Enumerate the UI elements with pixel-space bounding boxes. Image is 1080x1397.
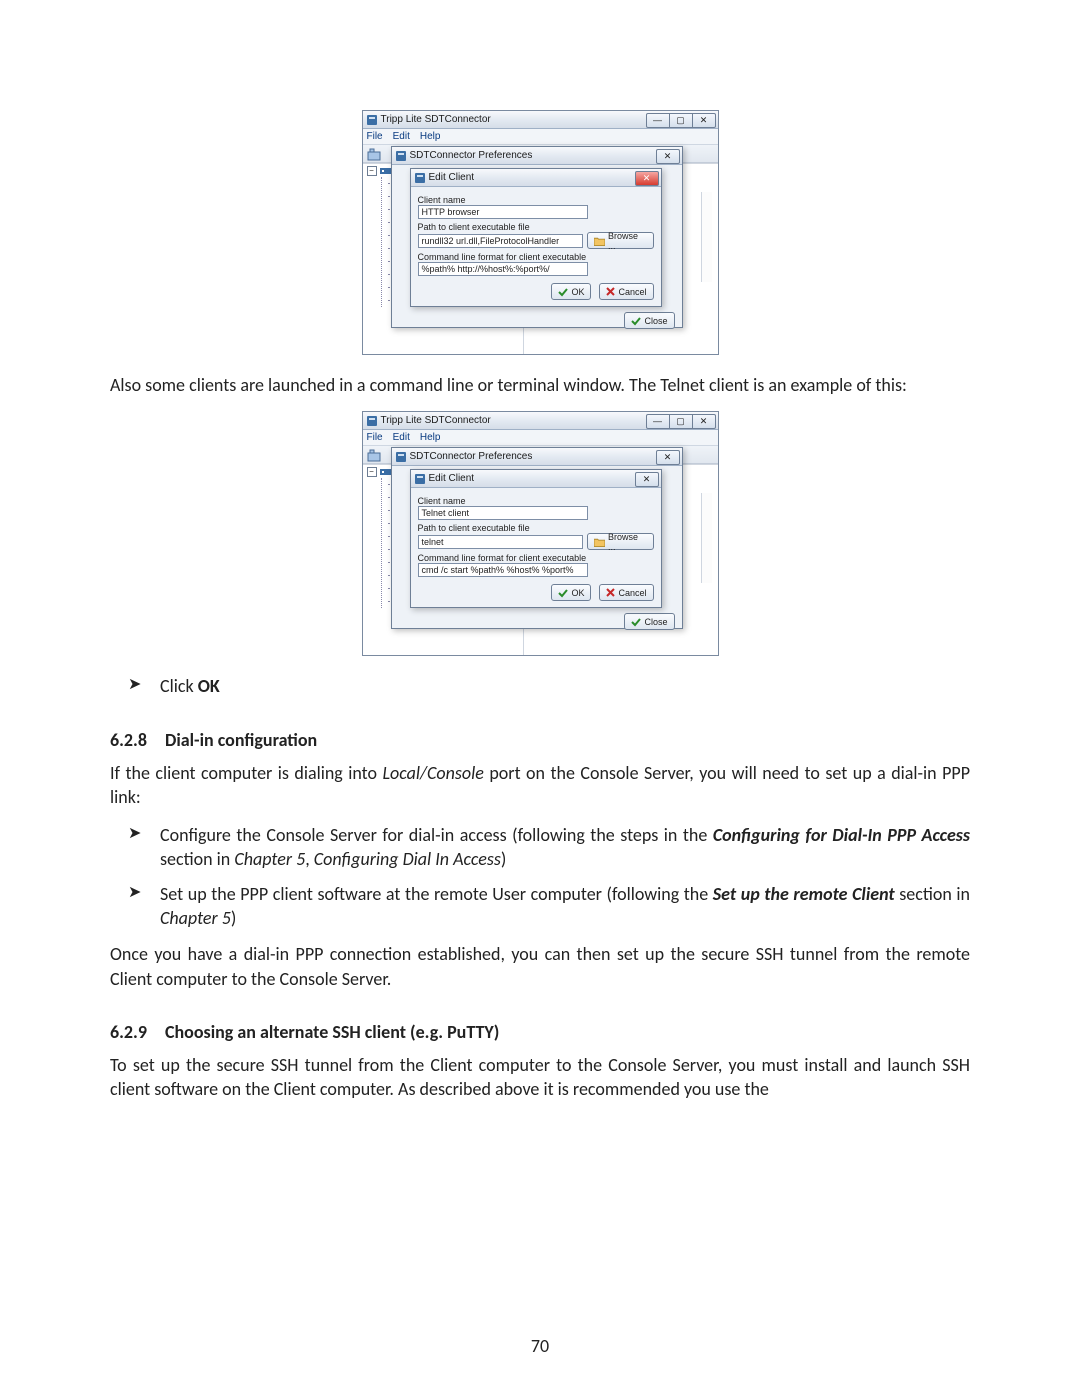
cancel-button[interactable]: Cancel bbox=[599, 584, 653, 601]
dialog-icon bbox=[414, 473, 426, 485]
menu-bar: File Edit Help bbox=[363, 129, 718, 145]
screenshot-telnet-client: Tripp Lite SDTConnector — ▢ ✕ File Edit … bbox=[362, 411, 719, 656]
menu-file[interactable]: File bbox=[367, 432, 383, 443]
browse-button[interactable]: Browse ... bbox=[587, 232, 654, 249]
toolbar-icon[interactable] bbox=[367, 147, 381, 161]
maximize-button[interactable]: ▢ bbox=[670, 414, 693, 429]
client-name-input[interactable]: Telnet client bbox=[418, 506, 588, 520]
step-text: Click bbox=[160, 675, 198, 697]
gateway-icon bbox=[380, 466, 391, 477]
menu-bar: File Edit Help bbox=[363, 430, 718, 446]
app-title: Tripp Lite SDTConnector bbox=[381, 114, 646, 125]
cmdline-label: Command line format for client executabl… bbox=[418, 252, 654, 262]
cmdline-input[interactable]: %path% http://%host%:%port%/ bbox=[418, 262, 588, 276]
gateway-icon bbox=[380, 165, 391, 176]
minimize-button[interactable]: — bbox=[646, 414, 670, 429]
menu-help[interactable]: Help bbox=[420, 131, 441, 142]
ok-bold: OK bbox=[198, 675, 220, 697]
menu-edit[interactable]: Edit bbox=[393, 131, 410, 142]
dialog-close-button[interactable]: ✕ bbox=[656, 149, 680, 164]
expand-icon[interactable]: − bbox=[367, 166, 377, 176]
dialog-close-button[interactable]: ✕ bbox=[635, 171, 659, 186]
x-icon bbox=[606, 287, 615, 296]
cmdline-input[interactable]: cmd /c start %path% %host% %port% bbox=[418, 563, 588, 577]
cancel-button-label: Cancel bbox=[618, 287, 646, 297]
paragraph: To set up the secure SSH tunnel from the… bbox=[110, 1053, 970, 1102]
browse-button-label: Browse ... bbox=[608, 231, 647, 251]
cancel-button[interactable]: Cancel bbox=[599, 283, 653, 300]
heading-629: 6.2.9 Choosing an alternate SSH client (e… bbox=[110, 1021, 970, 1043]
ok-button-label: OK bbox=[571, 287, 584, 297]
check-icon bbox=[558, 287, 568, 297]
dialog-close-button[interactable]: ✕ bbox=[656, 450, 680, 465]
check-icon bbox=[631, 316, 641, 326]
check-icon bbox=[631, 617, 641, 627]
app-icon bbox=[366, 114, 378, 126]
page-number: 70 bbox=[0, 1335, 1080, 1357]
paragraph: If the client computer is dialing into L… bbox=[110, 761, 970, 810]
check-icon bbox=[558, 588, 568, 598]
client-name-label: Client name bbox=[418, 195, 654, 205]
client-name-input[interactable]: HTTP browser bbox=[418, 205, 588, 219]
detail-panel-edge bbox=[701, 493, 712, 583]
step-click-ok: Click OK bbox=[160, 674, 970, 698]
close-button[interactable]: ✕ bbox=[693, 113, 716, 128]
minimize-button[interactable]: — bbox=[646, 113, 670, 128]
menu-help[interactable]: Help bbox=[420, 432, 441, 443]
preferences-title: SDTConnector Preferences bbox=[410, 150, 656, 161]
cmdline-label: Command line format for client executabl… bbox=[418, 553, 654, 563]
edit-client-dialog: Edit Client ✕ Client name Telnet client … bbox=[410, 469, 662, 608]
cancel-button-label: Cancel bbox=[618, 588, 646, 598]
client-name-label: Client name bbox=[418, 496, 654, 506]
window-controls: — ▢ ✕ bbox=[646, 113, 716, 126]
browse-button[interactable]: Browse ... bbox=[587, 533, 654, 550]
close-button-prefs[interactable]: Close bbox=[624, 613, 674, 630]
close-button-label: Close bbox=[644, 316, 667, 326]
maximize-button[interactable]: ▢ bbox=[670, 113, 693, 128]
detail-panel-edge bbox=[701, 192, 712, 282]
heading-number: 6.2.8 bbox=[110, 729, 147, 751]
paragraph: Also some clients are launched in a comm… bbox=[110, 373, 970, 397]
ok-button[interactable]: OK bbox=[551, 283, 591, 300]
dialog-icon bbox=[395, 451, 407, 463]
folder-icon bbox=[594, 537, 605, 547]
preferences-title: SDTConnector Preferences bbox=[410, 451, 656, 462]
edit-client-dialog: Edit Client ✕ Client name HTTP browser P… bbox=[410, 168, 662, 307]
close-button[interactable]: ✕ bbox=[693, 414, 716, 429]
x-icon bbox=[606, 588, 615, 597]
heading-text: Dial-in configuration bbox=[165, 729, 317, 751]
dialog-close-button[interactable]: ✕ bbox=[635, 472, 659, 487]
dialog-icon bbox=[414, 172, 426, 184]
bullet-configure: Configure the Console Server for dial-in… bbox=[160, 823, 970, 872]
ok-button[interactable]: OK bbox=[551, 584, 591, 601]
edit-client-title: Edit Client bbox=[429, 473, 635, 484]
toolbar-icon[interactable] bbox=[367, 448, 381, 462]
folder-icon bbox=[594, 236, 605, 246]
bullet-setup-ppp: Set up the PPP client software at the re… bbox=[160, 882, 970, 931]
close-button-prefs[interactable]: Close bbox=[624, 312, 674, 329]
executable-path-input[interactable]: rundll32 url.dll,FileProtocolHandler bbox=[418, 234, 583, 248]
heading-number: 6.2.9 bbox=[110, 1021, 147, 1043]
app-title-bar: Tripp Lite SDTConnector — ▢ ✕ bbox=[363, 412, 718, 430]
preferences-button-row: Close bbox=[392, 307, 682, 336]
close-button-label: Close bbox=[644, 617, 667, 627]
app-title-bar: Tripp Lite SDTConnector — ▢ ✕ bbox=[363, 111, 718, 129]
dialog-icon bbox=[395, 150, 407, 162]
ok-button-label: OK bbox=[571, 588, 584, 598]
menu-edit[interactable]: Edit bbox=[393, 432, 410, 443]
heading-628: 6.2.8 Dial-in configuration bbox=[110, 729, 970, 751]
expand-icon[interactable]: − bbox=[367, 467, 377, 477]
executable-path-input[interactable]: telnet bbox=[418, 535, 583, 549]
screenshot-http-client: Tripp Lite SDTConnector — ▢ ✕ File Edit … bbox=[362, 110, 719, 355]
heading-text: Choosing an alternate SSH client (e.g. P… bbox=[165, 1021, 499, 1043]
paragraph: Once you have a dial-in PPP connection e… bbox=[110, 942, 970, 991]
edit-client-title: Edit Client bbox=[429, 172, 635, 183]
menu-file[interactable]: File bbox=[367, 131, 383, 142]
app-icon bbox=[366, 415, 378, 427]
browse-button-label: Browse ... bbox=[608, 532, 647, 552]
app-title: Tripp Lite SDTConnector bbox=[381, 415, 646, 426]
